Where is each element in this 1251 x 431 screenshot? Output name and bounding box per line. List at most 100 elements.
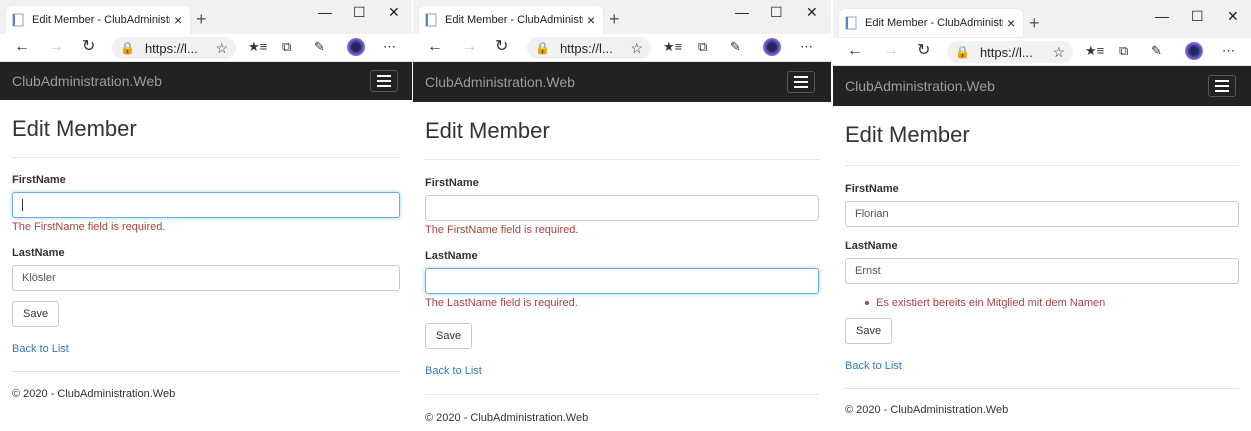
back-arrow-icon[interactable]: ← <box>847 43 863 59</box>
more-menu-icon[interactable]: ⋯ <box>383 40 396 53</box>
new-tab-icon[interactable]: + <box>196 10 207 28</box>
menu-bar-icon <box>794 81 808 83</box>
divider <box>845 388 1239 389</box>
menu-bar-icon <box>1215 80 1229 82</box>
collections-icon[interactable]: ⧉ <box>282 40 291 53</box>
refresh-icon[interactable]: ↻ <box>917 43 930 59</box>
tab-close-icon[interactable]: × <box>1007 16 1015 30</box>
minimize-icon[interactable]: — <box>318 5 332 19</box>
page-title: Edit Member <box>425 118 550 143</box>
tab-close-icon[interactable]: × <box>587 13 595 27</box>
save-button[interactable]: Save <box>425 323 473 349</box>
tab-title: Edit Member - ClubAdministratio <box>865 17 1003 29</box>
maximize-icon[interactable]: ☐ <box>1191 9 1204 23</box>
window-close-icon[interactable]: ✕ <box>806 5 818 19</box>
back-to-list-link[interactable]: Back to List <box>845 360 902 372</box>
profile-avatar-icon[interactable] <box>347 38 365 56</box>
address-bar: ← → ↻ 🔒 https://l... ☆ ★≡ ⧉ ✎ ⋯ <box>833 38 1251 66</box>
window-close-icon[interactable]: ✕ <box>388 5 400 19</box>
save-button[interactable]: Save <box>12 301 60 327</box>
url-text: https://l... <box>979 44 1033 60</box>
browser-tab[interactable]: Edit Member - ClubAdministratio × <box>419 6 603 34</box>
firstname-input[interactable] <box>12 192 400 218</box>
forward-arrow-icon[interactable]: → <box>883 43 899 59</box>
divider <box>12 157 400 158</box>
back-to-list-link[interactable]: Back to List <box>425 365 482 377</box>
favorite-star-icon[interactable]: ☆ <box>1052 44 1065 61</box>
app-navbar: ClubAdministration.Web <box>0 62 412 100</box>
extensions-icon[interactable]: ✎ <box>730 40 741 53</box>
menu-bar-icon <box>794 86 808 88</box>
firstname-input[interactable]: Florian <box>845 201 1239 227</box>
new-tab-icon[interactable]: + <box>1029 14 1040 32</box>
url-field[interactable]: 🔒 https://l... ☆ <box>112 37 236 59</box>
save-button[interactable]: Save <box>845 318 893 344</box>
title-bar: Edit Member - ClubAdministratio × + — ☐ … <box>413 0 831 34</box>
favorites-list-icon[interactable]: ★≡ <box>248 40 267 53</box>
browser-tab[interactable]: Edit Member - ClubAdministratio × <box>6 6 190 34</box>
lastname-input[interactable] <box>425 268 819 294</box>
page-title: Edit Member <box>845 122 970 147</box>
lastname-label: LastName <box>425 250 478 262</box>
forward-arrow-icon[interactable]: → <box>48 39 64 55</box>
maximize-icon[interactable]: ☐ <box>770 5 783 19</box>
app-navbar: ClubAdministration.Web <box>413 62 831 102</box>
extensions-icon[interactable]: ✎ <box>1151 44 1162 57</box>
favorite-star-icon[interactable]: ☆ <box>630 40 643 57</box>
collections-icon[interactable]: ⧉ <box>1119 44 1128 57</box>
url-text: https://l... <box>144 40 198 56</box>
lastname-input[interactable]: Ernst <box>845 258 1239 284</box>
title-bar: Edit Member - ClubAdministratio × + — ☐ … <box>0 0 412 34</box>
refresh-icon[interactable]: ↻ <box>495 39 508 55</box>
refresh-icon[interactable]: ↻ <box>82 39 95 55</box>
favorites-list-icon[interactable]: ★≡ <box>663 40 682 53</box>
lock-icon: 🔒 <box>120 41 135 55</box>
favorites-list-icon[interactable]: ★≡ <box>1085 44 1104 57</box>
menu-bar-icon <box>377 75 391 77</box>
footer-text: © 2020 - ClubAdministration.Web <box>845 404 1009 416</box>
more-menu-icon[interactable]: ⋯ <box>1222 44 1235 57</box>
back-to-list-link[interactable]: Back to List <box>12 343 69 355</box>
minimize-icon[interactable]: — <box>735 5 749 19</box>
page-content: Edit Member FirstName Florian LastName E… <box>833 122 1251 416</box>
lastname-label: LastName <box>12 247 65 259</box>
title-bar: Edit Member - ClubAdministratio × + — ☐ … <box>833 0 1251 38</box>
new-tab-icon[interactable]: + <box>609 10 620 28</box>
back-arrow-icon[interactable]: ← <box>14 39 30 55</box>
more-menu-icon[interactable]: ⋯ <box>800 40 813 53</box>
brand-link[interactable]: ClubAdministration.Web <box>12 73 162 89</box>
firstname-label: FirstName <box>425 177 479 189</box>
profile-avatar-icon[interactable] <box>763 38 781 56</box>
extensions-icon[interactable]: ✎ <box>314 40 325 53</box>
brand-link[interactable]: ClubAdministration.Web <box>425 74 575 90</box>
profile-avatar-icon[interactable] <box>1185 42 1203 60</box>
menu-toggle-button[interactable] <box>787 71 815 93</box>
firstname-label: FirstName <box>12 174 66 186</box>
lastname-label: LastName <box>845 240 898 252</box>
url-field[interactable]: 🔒 https://l... ☆ <box>527 37 651 59</box>
maximize-icon[interactable]: ☐ <box>353 5 366 19</box>
favorite-star-icon[interactable]: ☆ <box>215 40 228 57</box>
brand-link[interactable]: ClubAdministration.Web <box>845 78 995 94</box>
menu-bar-icon <box>1215 85 1229 87</box>
lastname-input[interactable]: Klösler <box>12 265 400 291</box>
window-close-icon[interactable]: ✕ <box>1227 9 1239 23</box>
collections-icon[interactable]: ⧉ <box>698 40 707 53</box>
tab-title: Edit Member - ClubAdministratio <box>445 14 583 26</box>
app-navbar: ClubAdministration.Web <box>833 66 1251 106</box>
text-cursor <box>22 199 23 211</box>
divider <box>425 159 819 160</box>
menu-toggle-button[interactable] <box>1208 75 1236 97</box>
minimize-icon[interactable]: — <box>1155 9 1169 23</box>
browser-tab[interactable]: Edit Member - ClubAdministratio × <box>839 9 1023 37</box>
back-arrow-icon[interactable]: ← <box>427 39 443 55</box>
tab-close-icon[interactable]: × <box>174 13 182 27</box>
page-content: Edit Member FirstName The FirstName fiel… <box>413 118 831 424</box>
menu-bar-icon <box>1215 90 1229 92</box>
url-field[interactable]: 🔒 https://l... ☆ <box>947 41 1073 63</box>
forward-arrow-icon[interactable]: → <box>461 39 477 55</box>
page-content: Edit Member FirstName The FirstName fiel… <box>0 116 412 400</box>
menu-toggle-button[interactable] <box>370 70 398 92</box>
firstname-input[interactable] <box>425 195 819 221</box>
bullet-icon <box>865 301 869 305</box>
